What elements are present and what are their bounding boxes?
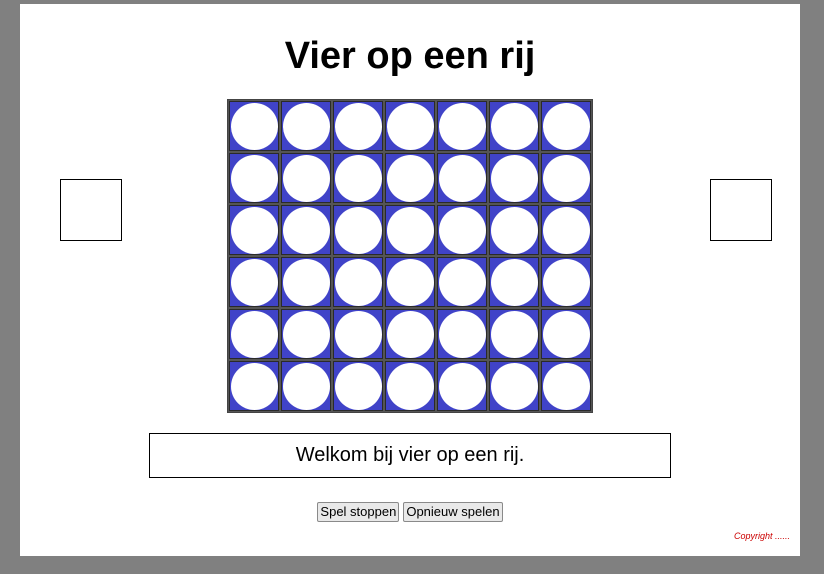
- controls: Spel stoppen Opnieuw spelen: [20, 502, 800, 522]
- board-cell[interactable]: [333, 361, 383, 411]
- disc-slot: [230, 258, 278, 306]
- disc-slot: [438, 362, 486, 410]
- board-cell[interactable]: [229, 257, 279, 307]
- disc-slot: [282, 258, 330, 306]
- disc-slot: [230, 154, 278, 202]
- status-message: Welkom bij vier op een rij.: [149, 433, 671, 478]
- disc-slot: [490, 362, 538, 410]
- disc-slot: [282, 154, 330, 202]
- disc-slot: [386, 310, 434, 358]
- board-cell[interactable]: [541, 205, 591, 255]
- disc-slot: [542, 154, 590, 202]
- disc-slot: [386, 258, 434, 306]
- disc-slot: [334, 258, 382, 306]
- board-cell[interactable]: [489, 257, 539, 307]
- board-cell[interactable]: [281, 361, 331, 411]
- restart-game-button[interactable]: Opnieuw spelen: [403, 502, 503, 522]
- board-cell[interactable]: [333, 309, 383, 359]
- disc-slot: [490, 102, 538, 150]
- board-cell[interactable]: [333, 205, 383, 255]
- board-cell[interactable]: [281, 153, 331, 203]
- board-cell[interactable]: [541, 257, 591, 307]
- disc-slot: [334, 154, 382, 202]
- board-cell[interactable]: [437, 101, 487, 151]
- disc-slot: [542, 362, 590, 410]
- board-cell[interactable]: [229, 361, 279, 411]
- disc-slot: [282, 206, 330, 254]
- board-cell[interactable]: [281, 205, 331, 255]
- board-cell[interactable]: [437, 361, 487, 411]
- board-cell[interactable]: [437, 309, 487, 359]
- disc-slot: [542, 206, 590, 254]
- disc-slot: [490, 258, 538, 306]
- disc-slot: [490, 154, 538, 202]
- disc-slot: [334, 206, 382, 254]
- disc-slot: [334, 102, 382, 150]
- player-two-indicator: [710, 179, 772, 241]
- board-cell[interactable]: [489, 101, 539, 151]
- board-cell[interactable]: [281, 257, 331, 307]
- disc-slot: [438, 310, 486, 358]
- board-cell[interactable]: [489, 153, 539, 203]
- disc-slot: [334, 362, 382, 410]
- disc-slot: [282, 310, 330, 358]
- board-cell[interactable]: [385, 153, 435, 203]
- disc-slot: [230, 310, 278, 358]
- board-cell[interactable]: [333, 257, 383, 307]
- copyright-text: Copyright ......: [733, 531, 790, 541]
- board-cell[interactable]: [489, 205, 539, 255]
- player-one-indicator: [60, 179, 122, 241]
- game-board: [227, 99, 593, 413]
- disc-slot: [438, 102, 486, 150]
- disc-slot: [230, 362, 278, 410]
- disc-slot: [282, 102, 330, 150]
- board-cell[interactable]: [229, 101, 279, 151]
- board-cell[interactable]: [229, 205, 279, 255]
- disc-slot: [230, 102, 278, 150]
- board-cell[interactable]: [281, 101, 331, 151]
- board-cell[interactable]: [489, 361, 539, 411]
- disc-slot: [386, 154, 434, 202]
- disc-slot: [490, 206, 538, 254]
- board-cell[interactable]: [541, 309, 591, 359]
- disc-slot: [386, 362, 434, 410]
- board-cell[interactable]: [437, 153, 487, 203]
- disc-slot: [490, 310, 538, 358]
- board-cell[interactable]: [541, 361, 591, 411]
- page-title: Vier op een rij: [284, 35, 536, 77]
- board-cell[interactable]: [281, 309, 331, 359]
- disc-slot: [386, 206, 434, 254]
- disc-slot: [542, 258, 590, 306]
- board-cell[interactable]: [385, 361, 435, 411]
- disc-slot: [438, 258, 486, 306]
- board-cell[interactable]: [385, 101, 435, 151]
- board-cell[interactable]: [541, 153, 591, 203]
- board-cell[interactable]: [489, 309, 539, 359]
- disc-slot: [230, 206, 278, 254]
- board-cell[interactable]: [229, 153, 279, 203]
- board-cell[interactable]: [333, 153, 383, 203]
- disc-slot: [542, 102, 590, 150]
- disc-slot: [438, 206, 486, 254]
- disc-slot: [438, 154, 486, 202]
- board-cell[interactable]: [385, 257, 435, 307]
- disc-slot: [334, 310, 382, 358]
- board-cell[interactable]: [385, 309, 435, 359]
- board-cell[interactable]: [437, 257, 487, 307]
- board-cell[interactable]: [333, 101, 383, 151]
- board-cell[interactable]: [229, 309, 279, 359]
- board-cell[interactable]: [437, 205, 487, 255]
- disc-slot: [542, 310, 590, 358]
- stop-game-button[interactable]: Spel stoppen: [317, 502, 400, 522]
- board-cell[interactable]: [385, 205, 435, 255]
- disc-slot: [386, 102, 434, 150]
- game-page: Vier op een rij Welkom bij vier op een r…: [20, 4, 800, 556]
- disc-slot: [282, 362, 330, 410]
- board-cell[interactable]: [541, 101, 591, 151]
